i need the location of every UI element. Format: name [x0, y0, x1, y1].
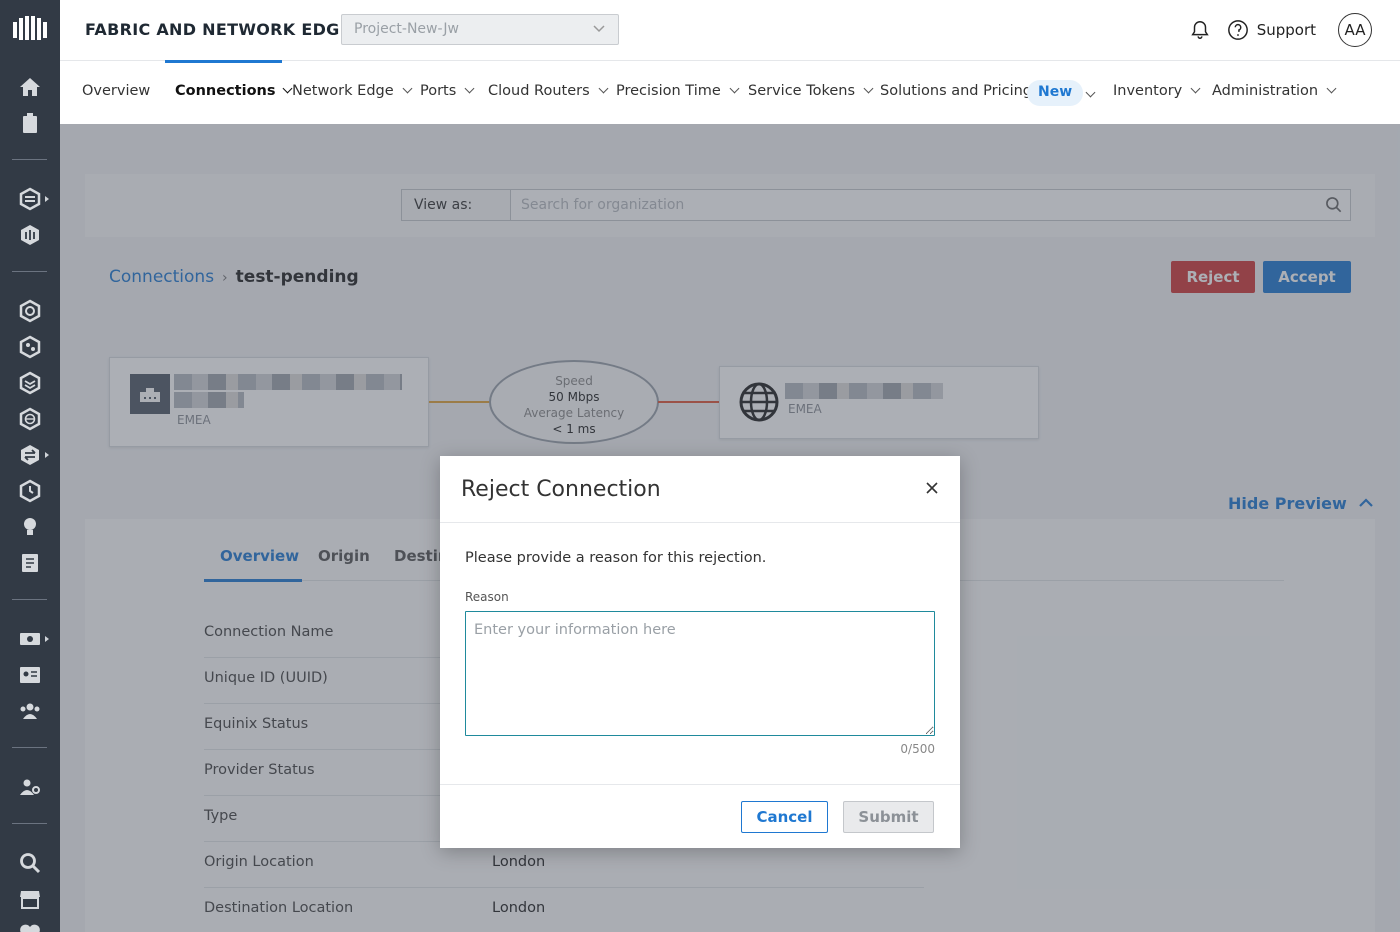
clock-icon[interactable] [18, 479, 42, 503]
nav-service-tokens[interactable]: Service Tokens [748, 83, 874, 99]
nav-connections[interactable]: Connections [175, 83, 292, 99]
modal-footer: Cancel Submit [440, 784, 960, 848]
submit-button[interactable]: Submit [843, 801, 934, 833]
cancel-button[interactable]: Cancel [741, 801, 828, 833]
support-link[interactable]: Support [1257, 21, 1316, 39]
home-icon[interactable] [18, 75, 42, 99]
help-icon[interactable] [1227, 19, 1249, 41]
chevron-down-icon [282, 83, 292, 94]
reason-textarea[interactable] [465, 611, 935, 736]
chevron-down-icon [464, 83, 475, 94]
chevron-down-icon [729, 83, 740, 94]
stack-icon[interactable] [18, 371, 42, 395]
nav-administration[interactable]: Administration [1212, 83, 1337, 99]
nav-inventory[interactable]: Inventory [1113, 83, 1201, 99]
users-icon[interactable] [18, 699, 42, 723]
chevron-down-icon [402, 83, 413, 94]
logo-icon[interactable] [11, 14, 49, 44]
nav-network-edge[interactable]: Network Edge [292, 83, 413, 99]
nav-overview[interactable]: Overview [82, 83, 150, 99]
reject-connection-modal: Reject Connection Please provide a reaso… [440, 456, 960, 848]
billing-icon[interactable] [18, 627, 42, 651]
avatar[interactable]: AA [1338, 13, 1372, 47]
chevron-down-icon [593, 25, 605, 33]
bell-icon[interactable] [1189, 19, 1211, 41]
lightbulb-icon[interactable] [18, 515, 42, 539]
top-header: FABRIC AND NETWORK EDGE Project-New-Jw S… [60, 0, 1400, 60]
layers-icon[interactable] [18, 187, 42, 211]
new-badge: New [1027, 80, 1084, 106]
heart-icon[interactable] [18, 921, 42, 932]
main-nav: Overview Connections Network Edge Ports … [60, 60, 1400, 124]
left-rail [0, 0, 60, 932]
globe-icon[interactable] [18, 407, 42, 431]
chevron-down-icon [1190, 83, 1201, 94]
nav-ports[interactable]: Ports [420, 83, 475, 99]
modal-header: Reject Connection [440, 456, 960, 523]
chevron-down-icon[interactable] [1085, 87, 1096, 98]
id-card-icon[interactable] [18, 663, 42, 687]
reason-label: Reason [465, 590, 509, 604]
chevron-down-icon [598, 83, 609, 94]
network-edge-icon[interactable] [18, 223, 42, 247]
close-icon[interactable] [924, 480, 940, 496]
clipboard-icon[interactable] [18, 111, 42, 135]
nav-solutions-pricing[interactable]: Solutions and Pricing [880, 83, 1032, 99]
search-icon[interactable] [18, 851, 42, 875]
nav-precision-time[interactable]: Precision Time [616, 83, 740, 99]
hexagon-icon[interactable] [18, 299, 42, 323]
chevron-down-icon [863, 83, 874, 94]
transfer-icon[interactable] [18, 443, 42, 467]
node-icon[interactable] [18, 335, 42, 359]
app-title: FABRIC AND NETWORK EDGE [85, 20, 351, 39]
project-selector[interactable]: Project-New-Jw [341, 14, 619, 45]
project-selector-value: Project-New-Jw [354, 21, 459, 37]
user-settings-icon[interactable] [18, 775, 42, 799]
character-counter: 0/500 [900, 742, 935, 756]
modal-title: Reject Connection [461, 477, 661, 502]
store-icon[interactable] [18, 887, 42, 911]
nav-active-indicator [165, 60, 282, 63]
document-icon[interactable] [18, 551, 42, 575]
modal-description: Please provide a reason for this rejecti… [465, 550, 767, 566]
nav-cloud-routers[interactable]: Cloud Routers [488, 83, 609, 99]
chevron-down-icon [1326, 83, 1337, 94]
